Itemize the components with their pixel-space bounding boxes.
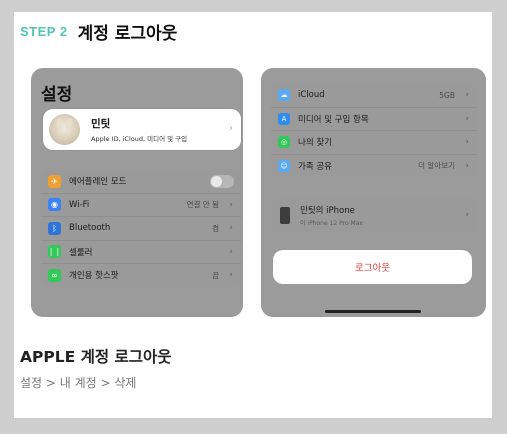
list-item[interactable]: ᛒ Bluetooth 켬 › [41, 217, 241, 241]
list-item[interactable]: ◎ 나의 찾기 › [271, 131, 477, 155]
list-item-value: 끔 [212, 270, 219, 280]
profile-subtitle: Apple ID, iCloud, 미디어 및 구입 [91, 135, 188, 143]
chevron-right-icon: › [465, 137, 469, 148]
settings-list: ✈ 에어플레인 모드 ◉ Wi-Fi 연결 안 됨 › ᛒ Bluetooth 켬 › ❘❘ 셀룰러 ›… [41, 170, 241, 287]
chevron-right-icon: › [229, 270, 233, 281]
chevron-right-icon: › [465, 210, 469, 220]
list-item-label: iCloud [298, 90, 325, 101]
profile-name: 민팃 [91, 118, 111, 130]
avatar [49, 114, 80, 145]
device-row[interactable]: 민팃의 iPhone 이 iPhone 12 Pro Max › [271, 198, 477, 232]
list-item-value: 연결 안 됨 [186, 200, 219, 210]
chevron-right-icon: › [229, 123, 233, 134]
apple-id-list: ☁ iCloud 5GB › A 미디어 및 구입 항목 › ◎ 나의 찾기 › ☺ 가족 공유 더 알… [271, 84, 477, 177]
settings-title: 설정 [41, 85, 73, 105]
home-indicator [325, 310, 421, 313]
chevron-right-icon: › [229, 199, 233, 210]
list-item[interactable]: ∞ 개인용 핫스팟 끔 › [41, 264, 241, 287]
apple-id-profile-card[interactable]: 민팃 Apple ID, iCloud, 미디어 및 구입 › [43, 109, 241, 150]
chevron-right-icon: › [465, 90, 469, 101]
cellular-icon: ❘❘ [47, 245, 62, 259]
family-sharing-icon: ☺ [278, 159, 290, 172]
list-item[interactable]: A 미디어 및 구입 항목 › [271, 108, 477, 131]
app-store-icon: A [278, 112, 290, 125]
iphone-icon [280, 206, 290, 224]
chevron-right-icon: › [465, 113, 469, 124]
breadcrumb: 설정 > 내 계정 > 삭제 [20, 376, 137, 390]
list-item-label: 셀룰러 [69, 247, 93, 258]
step-title: 계정 로그아웃 [77, 23, 178, 44]
list-item-label: Bluetooth [69, 223, 111, 234]
wifi-icon: ◉ [48, 198, 61, 212]
device-list: 민팃의 iPhone 이 iPhone 12 Pro Max › [271, 198, 477, 232]
step-header: STEP 2 계정 로그아웃 [20, 18, 177, 44]
bluetooth-icon: ᛒ [48, 221, 61, 235]
logout-button[interactable]: 로그아웃 [273, 250, 472, 284]
list-item-value: 더 알아보기 [418, 161, 455, 171]
apple-id-screenshot: ☁ iCloud 5GB › A 미디어 및 구입 항목 › ◎ 나의 찾기 › ☺ 가족 공유 더 알… [261, 68, 486, 317]
list-item-value: 5GB [439, 90, 455, 100]
main-title: APPLE 계정 로그아웃 [20, 348, 172, 366]
airplane-icon: ✈ [48, 174, 61, 188]
list-item-label: 미디어 및 구입 항목 [298, 114, 369, 125]
content-frame: STEP 2 계정 로그아웃 설정 민팃 Apple ID, iCloud, 미… [14, 12, 492, 418]
hotspot-icon: ∞ [48, 268, 61, 282]
settings-screenshot: 설정 민팃 Apple ID, iCloud, 미디어 및 구입 › ✈ 에어플레… [31, 68, 243, 317]
list-item[interactable]: ☁ iCloud 5GB › [271, 84, 477, 108]
list-item-label: 에어플레인 모드 [69, 177, 127, 188]
list-item[interactable]: ✈ 에어플레인 모드 [41, 170, 241, 194]
device-model: 이 iPhone 12 Pro Max [300, 219, 363, 227]
find-my-icon: ◎ [278, 136, 290, 149]
list-item[interactable]: ❘❘ 셀룰러 › [41, 241, 241, 264]
chevron-right-icon: › [229, 223, 233, 234]
list-item[interactable]: ◉ Wi-Fi 연결 안 됨 › [41, 194, 241, 217]
list-item-label: Wi-Fi [69, 199, 90, 210]
chevron-right-icon: › [229, 246, 233, 257]
list-item[interactable]: ☺ 가족 공유 더 알아보기 › [271, 155, 477, 178]
device-name: 민팃의 iPhone [300, 205, 355, 216]
list-item-value: 켬 [212, 223, 219, 233]
chevron-right-icon: › [465, 160, 469, 171]
list-item-label: 가족 공유 [298, 161, 332, 172]
list-item-label: 개인용 핫스팟 [69, 271, 119, 282]
icloud-icon: ☁ [278, 89, 290, 102]
airplane-mode-toggle[interactable] [210, 175, 234, 188]
step-label: STEP 2 [20, 23, 68, 39]
list-item-label: 나의 찾기 [298, 138, 332, 149]
